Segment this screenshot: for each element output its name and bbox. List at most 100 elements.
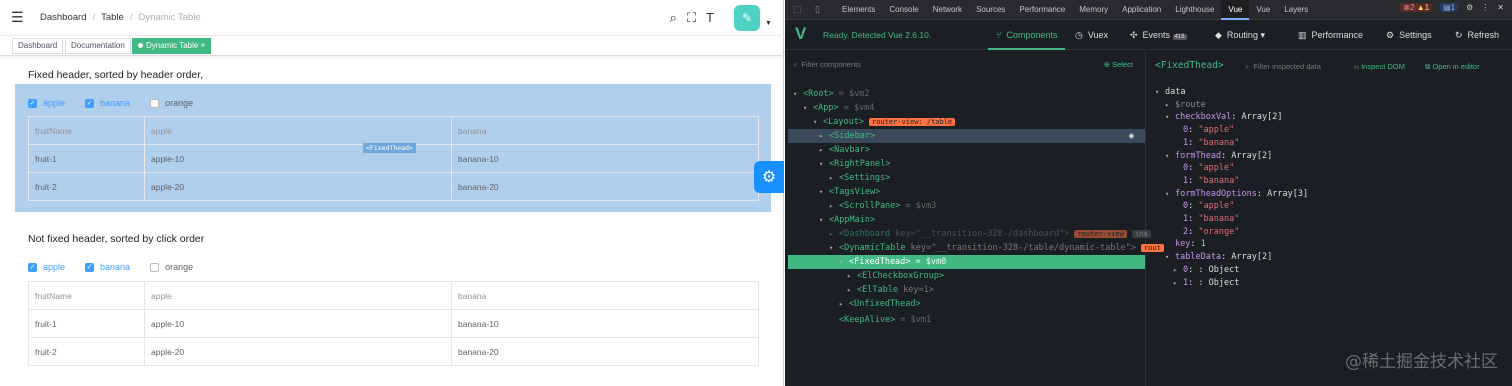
tree-node[interactable]: ▾ <Layout> router-view: /table [813, 115, 956, 129]
info-count-badge[interactable]: ▤1 [1440, 3, 1459, 12]
tree-node[interactable]: ▾ <RightPanel> [819, 157, 890, 171]
filter-components-input[interactable]: ⌕ Filter components [793, 60, 861, 70]
vue-tab-vuex[interactable]: ◷ Vuex [1075, 20, 1108, 50]
table-row: fruit-2 apple-20 banana-20 [28, 337, 759, 366]
error-count-badge[interactable]: ⊗2 ▲1 [1400, 3, 1433, 12]
vue-tab-components[interactable]: ⑂ Components [988, 20, 1066, 50]
close-icon[interactable]: ✕ [1497, 3, 1504, 12]
inspector-row[interactable]: ▸ $route [1165, 99, 1206, 112]
inspect-dom-button[interactable]: ‹› Inspect DOM [1354, 62, 1405, 71]
checkbox-orange[interactable]: orange [150, 262, 193, 272]
inspector-row[interactable]: ▾ checkboxVal: Array[2] [1165, 111, 1282, 124]
inspector-row[interactable]: 1: "banana" [1183, 137, 1239, 150]
inspected-component-name: <FixedThead> [1155, 60, 1224, 71]
inspector-row[interactable]: 2: "orange" [1183, 226, 1239, 239]
tree-node[interactable]: ▾ <App> = $vm4 [803, 101, 874, 115]
vue-tab-performance[interactable]: ▥ Performance [1298, 20, 1363, 50]
tag-documentation[interactable]: Documentation [65, 38, 131, 54]
checkbox-orange[interactable]: orange [150, 98, 193, 108]
vue-logo-icon: V [795, 24, 807, 43]
tree-node[interactable]: <KeepAlive> = $vm1 [829, 313, 931, 327]
device-toolbar-icon[interactable]: ▯ [815, 4, 829, 15]
breadcrumb-item[interactable]: Dashboard [40, 12, 86, 23]
tab-vue-2[interactable]: Vue [1249, 0, 1277, 20]
tree-node[interactable]: ▸ <Navbar> [819, 143, 870, 157]
gear-icon[interactable]: ⚙ [1466, 3, 1473, 12]
column-header[interactable]: banana [451, 116, 759, 145]
tab-lighthouse[interactable]: Lighthouse [1168, 0, 1221, 20]
tab-elements[interactable]: Elements [835, 0, 882, 20]
inspect-element-icon[interactable]: ⬚ [793, 4, 807, 15]
fullscreen-icon[interactable]: ⛶ [687, 10, 696, 26]
tab-performance[interactable]: Performance [1012, 0, 1072, 20]
inspector-row[interactable]: 0: "apple" [1183, 124, 1234, 137]
vue-tab-events[interactable]: ✣ Events 418 [1130, 20, 1187, 50]
column-header[interactable]: fruitName [28, 116, 145, 145]
tree-node[interactable]: ▾ <TagsView> [819, 185, 880, 199]
tag-label: Documentation [71, 41, 125, 50]
table-header-row: fruitName apple banana [28, 281, 759, 310]
checkbox-banana[interactable]: ✓ banana [85, 262, 130, 272]
tab-application[interactable]: Application [1115, 0, 1168, 20]
inspector-row[interactable]: ▸ 1: : Object [1173, 277, 1239, 290]
settings-gear-button[interactable]: ⚙ [754, 161, 784, 193]
inspector-row[interactable]: key: 1 [1175, 238, 1206, 251]
column-header[interactable]: fruitName [28, 281, 145, 310]
section-title: Not fixed header, sorted by click order [28, 233, 205, 245]
column-header[interactable]: apple [144, 281, 452, 310]
column-header[interactable]: banana [451, 281, 759, 310]
open-in-editor-button[interactable]: ⧉ Open in editor [1425, 62, 1480, 72]
tree-node[interactable]: ▾ <FixedThead> = $vm0 [839, 255, 946, 269]
filter-inspected-input[interactable]: ⌕ Filter inspected data [1245, 62, 1321, 72]
tab-sources[interactable]: Sources [969, 0, 1012, 20]
tree-node[interactable]: ▸ <ElCheckboxGroup> [847, 269, 944, 283]
avatar[interactable]: ✎ [734, 5, 760, 31]
vue-tab-routing[interactable]: ◆ Routing ▾ [1215, 20, 1265, 50]
checkbox-banana[interactable]: ✓ banana [85, 98, 130, 108]
column-header[interactable]: apple [144, 116, 452, 145]
tree-node[interactable]: ▾ <DynamicTable key="__transition-328-/ta… [829, 241, 1164, 255]
checkbox-apple[interactable]: ✓ apple [28, 262, 65, 272]
inspector-row[interactable]: 0: "apple" [1183, 162, 1234, 175]
inspector-row[interactable]: 1: "banana" [1183, 175, 1239, 188]
tag-dynamic-table[interactable]: Dynamic Table × [132, 38, 212, 54]
vue-tab-settings[interactable]: ⚙ Settings [1386, 20, 1432, 50]
search-icon[interactable]: ⌕ [670, 10, 677, 26]
eye-icon[interactable]: ◉ [1129, 129, 1134, 143]
inspector-row[interactable]: 1: "banana" [1183, 213, 1239, 226]
tree-node[interactable]: ▸ <Dashboard key="__transition-328-/dashb… [829, 227, 1151, 241]
checkbox-apple[interactable]: ✓ apple [28, 98, 65, 108]
inspector-row[interactable]: ▾ formThead: Array[2] [1165, 150, 1272, 163]
tree-node[interactable]: ▸ <ScrollPane> = $vm3 [829, 199, 936, 213]
tag-dashboard[interactable]: Dashboard [12, 38, 64, 54]
breadcrumb-item[interactable]: Table [101, 12, 124, 23]
inspector-row[interactable]: ▾ formTheadOptions: Array[3] [1165, 188, 1308, 201]
tag-label: Dashboard [18, 41, 58, 50]
inspector-row[interactable]: 0: "apple" [1183, 200, 1234, 213]
inspector-row[interactable]: ▾ data [1155, 86, 1185, 99]
inspector-row[interactable]: ▾ tableData: Array[2] [1165, 251, 1272, 264]
tab-console[interactable]: Console [882, 0, 925, 20]
tree-node[interactable]: ▸ <ElTable key=1> [847, 283, 934, 297]
tree-node[interactable]: ▾ <Root> = $vm2 [793, 87, 870, 101]
tree-node[interactable]: ▸ <UnfixedThead> [839, 297, 921, 311]
devtools-panel: ⬚ ▯ Elements Console Network Sources Per… [785, 0, 1512, 386]
hamburger-icon[interactable]: ☰ [11, 10, 25, 24]
tab-memory[interactable]: Memory [1072, 0, 1115, 20]
inspector-row[interactable]: ▸ 0: : Object [1173, 264, 1239, 277]
caret-down-icon[interactable]: ▼ [765, 20, 772, 27]
tab-vue[interactable]: Vue [1221, 0, 1250, 20]
table-row: fruit-1 apple-10 banana-10 [28, 309, 759, 338]
tree-node[interactable]: ▸ <Sidebar> [819, 129, 875, 143]
component-tree: ⌕ Filter components ⊕ Select ▾ <Root> = $… [785, 51, 1164, 386]
select-component-button[interactable]: ⊕ Select [1104, 60, 1133, 69]
vue-tab-refresh[interactable]: ↻ Refresh [1455, 20, 1499, 50]
tab-network[interactable]: Network [926, 0, 969, 20]
breadcrumb-separator: / [129, 12, 133, 23]
more-icon[interactable]: ⋮ [1481, 3, 1489, 12]
tree-node[interactable]: ▾ <AppMain> [819, 213, 875, 227]
font-size-icon[interactable]: T [706, 10, 714, 26]
close-icon[interactable]: × [201, 41, 206, 50]
tree-node[interactable]: ▸ <Settings> [829, 171, 890, 185]
tab-layers[interactable]: Layers [1277, 0, 1315, 20]
